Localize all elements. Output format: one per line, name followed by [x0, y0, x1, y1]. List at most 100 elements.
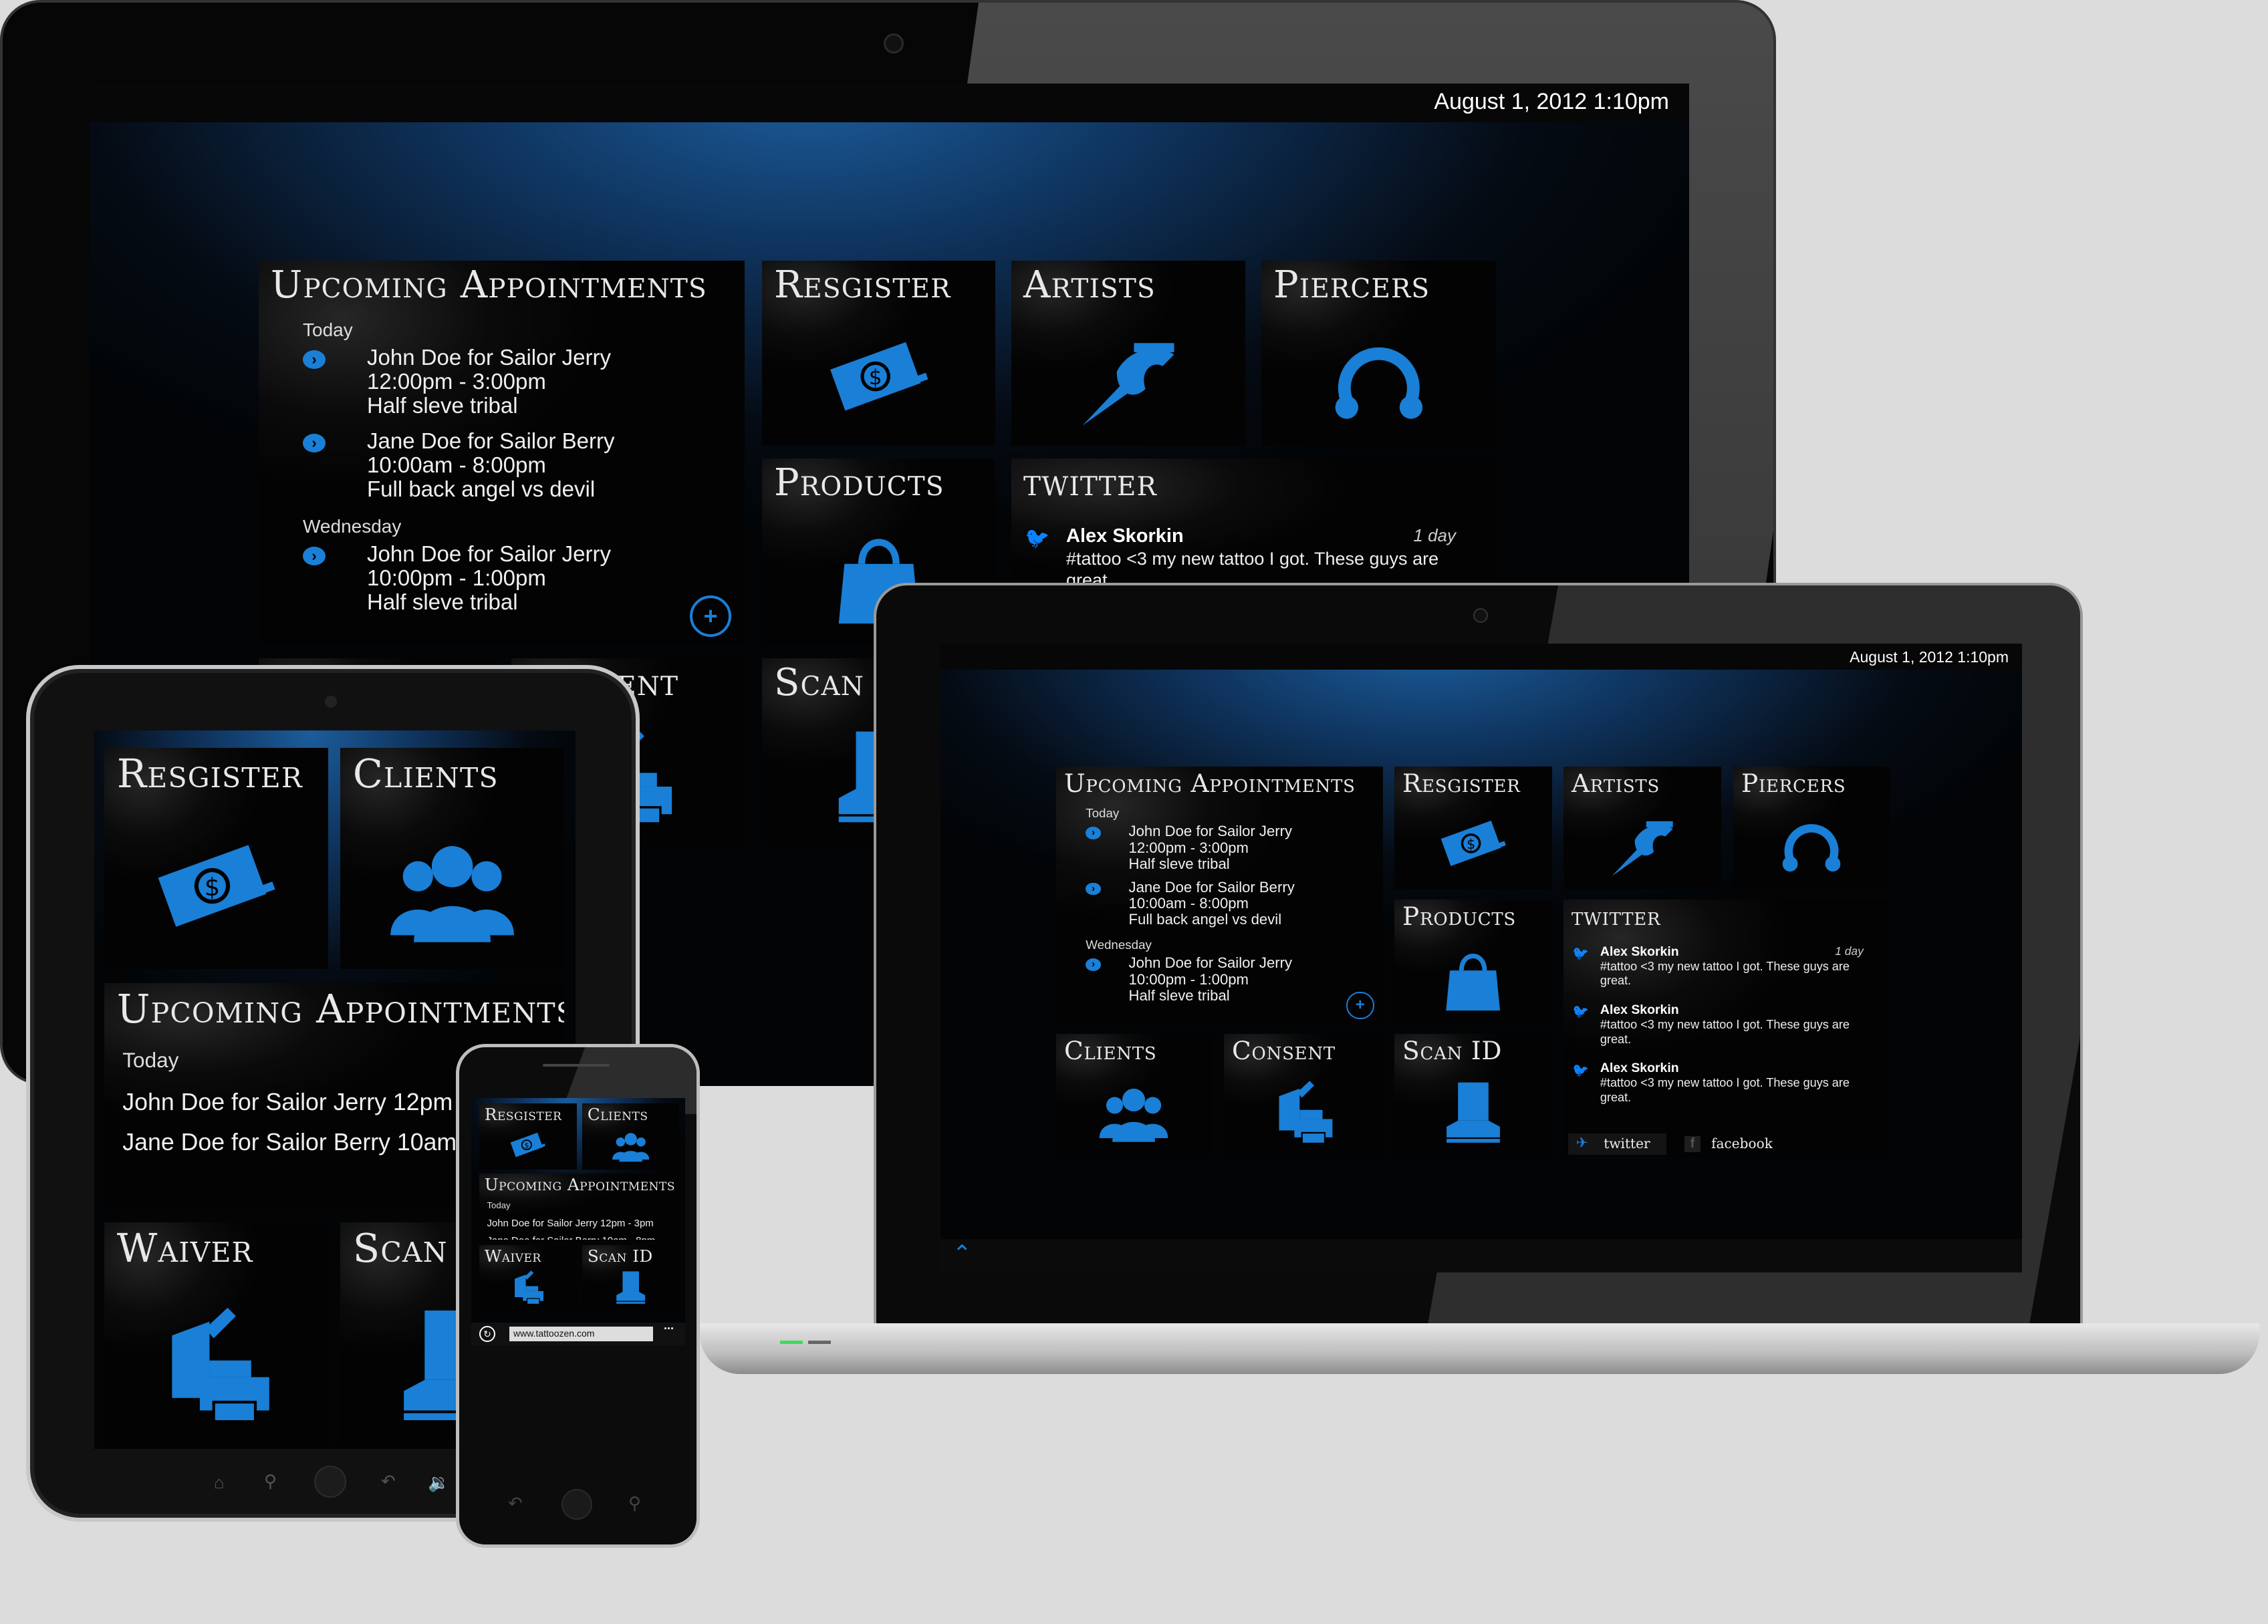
tile-artists[interactable]: Artists	[1563, 767, 1721, 890]
tile-scan[interactable]: Scan ID	[582, 1245, 679, 1311]
tile-upcoming-appointments[interactable]: Upcoming Appointments Today › John Doe for …	[259, 261, 745, 644]
tile-title: Scan ID	[1402, 1035, 1503, 1065]
tile-clients[interactable]: Clients	[340, 748, 564, 969]
tweet-age: 1 day	[1413, 525, 1456, 545]
tile-title: Piercers	[1741, 768, 1846, 798]
appointment-desc: Full back angel vs devil	[1128, 911, 1282, 928]
tile-scan[interactable]: Scan ID	[1394, 1034, 1552, 1157]
tile-title: twitter	[1571, 901, 1661, 931]
appointment-name: John Doe for Sailor Jerry	[367, 541, 611, 566]
tile-title: Upcoming Appointments	[116, 986, 564, 1033]
home-button[interactable]	[314, 1466, 346, 1498]
tile-register[interactable]: Resgister $	[479, 1103, 577, 1170]
add-appointment-button[interactable]: +	[1346, 991, 1374, 1020]
tile-title: Upcoming Appointments	[1064, 768, 1356, 798]
svg-text:$: $	[1467, 836, 1475, 852]
camera-icon	[1473, 608, 1488, 623]
money-icon: $	[507, 1125, 548, 1166]
tile-products[interactable]: Products	[1394, 900, 1552, 1024]
twitter-footer-button[interactable]: twitter ✈	[1567, 1133, 1667, 1156]
tweet[interactable]: 🐦 Alex Skorkin#tattoo <3 my new tattoo I …	[1572, 1061, 1863, 1114]
tile-twitter[interactable]: twitter 🐦 Alex Skorkin 1 day #tattoo <3 my n…	[1563, 900, 1890, 1157]
url-field[interactable]: www.tattoozen.com	[509, 1327, 653, 1341]
tweet[interactable]: 🐦 Alex Skorkin 1 day #tattoo <3 my new tatt…	[1572, 944, 1863, 998]
appointment-item[interactable]: Jane Doe for Sailor Berry 10am - 8pm	[487, 1235, 655, 1240]
appointment-time: 10:00am - 8:00pm	[1128, 895, 1249, 912]
refresh-icon[interactable]: ↻	[479, 1326, 495, 1342]
svg-text:$: $	[205, 873, 221, 902]
tile-title: Piercers	[1273, 263, 1430, 307]
tattoo-machine-icon	[1604, 806, 1680, 882]
tweet[interactable]: 🐦 Alex Skorkin#tattoo <3 my new tattoo I …	[1572, 1002, 1863, 1056]
tile-clients[interactable]: Clients	[1056, 1034, 1212, 1157]
search-icon[interactable]: ⚲	[628, 1493, 641, 1514]
tweet-age: 1 day	[1835, 944, 1864, 958]
tile-title: Clients	[1064, 1035, 1157, 1065]
tile-title: Resgister	[1402, 768, 1521, 798]
volume-icon[interactable]: 🔉	[428, 1472, 449, 1493]
phone-screen: ↻ www.tattoozen.com ... Resgister $ Client…	[471, 1098, 685, 1345]
chevron-up-icon[interactable]: ⌃	[953, 1240, 972, 1267]
appointment-time: 12:00pm - 3:00pm	[367, 369, 546, 394]
chevron-right-icon[interactable]: ›	[303, 434, 326, 452]
day-label: Today	[1086, 805, 1120, 820]
tile-register[interactable]: Resgister $	[104, 748, 328, 969]
home-icon[interactable]: ⌂	[214, 1472, 225, 1493]
power-led	[780, 1341, 803, 1344]
appointment-name: John Doe for Sailor Jerry	[1128, 954, 1293, 972]
facebook-footer-button[interactable]: f facebook	[1680, 1133, 1783, 1155]
tattoo-machine-icon	[1071, 320, 1186, 435]
add-appointment-button[interactable]: +	[690, 595, 731, 637]
back-icon[interactable]: ↶	[508, 1493, 523, 1514]
more-button[interactable]: ...	[664, 1319, 674, 1333]
chevron-right-icon[interactable]: ›	[303, 350, 326, 369]
tweet-author: Alex Skorkin	[1066, 525, 1184, 547]
consent-printer-icon	[1265, 1073, 1342, 1149]
chevron-right-icon[interactable]: ›	[303, 547, 326, 565]
appointment-desc: Half sleve tribal	[367, 589, 518, 614]
tile-title: Clients	[352, 751, 499, 797]
day-label: Today	[487, 1200, 511, 1211]
tile-register[interactable]: Resgister $	[762, 261, 995, 446]
tile-title: Resgister	[774, 263, 951, 307]
chevron-right-icon[interactable]: ›	[1086, 826, 1101, 839]
consent-printer-icon	[507, 1266, 548, 1307]
tile-consent[interactable]: Consent	[1224, 1034, 1383, 1157]
tablet-camera-icon	[325, 696, 337, 708]
tile-title: Products	[774, 461, 944, 505]
appointment-time: 10:00am - 8:00pm	[367, 452, 546, 477]
search-icon[interactable]: ⚲	[264, 1471, 277, 1492]
tile-artists[interactable]: Artists	[1011, 261, 1245, 446]
chevron-right-icon[interactable]: ›	[1086, 958, 1101, 971]
day-label: Wednesday	[303, 516, 402, 537]
tablet-nav-bar: ⌂ ⚲ ↶ 🔉	[201, 1466, 468, 1500]
tile-title: Upcoming Appointments	[271, 263, 707, 307]
chevron-right-icon[interactable]: ›	[1086, 882, 1101, 896]
twitter-bird-icon: ✈	[1576, 1134, 1588, 1151]
tile-upcoming-appointments[interactable]: Upcoming Appointments Today › John Doe for …	[1056, 767, 1383, 1024]
tile-register[interactable]: Resgister $	[1394, 767, 1552, 890]
twitter-bird-icon: 🐦	[1025, 527, 1050, 549]
tile-title: Products	[1402, 901, 1516, 931]
tweet-text: #tattoo <3 my new tattoo I got. These gu…	[1600, 959, 1850, 988]
tile-piercers[interactable]: Piercers	[1261, 261, 1496, 446]
tile-waiver[interactable]: Waiver	[479, 1245, 577, 1311]
appointment-item[interactable]: John Doe for Sailor Jerry 12pm - 3pm	[487, 1218, 653, 1229]
piercing-ring-icon	[1773, 806, 1850, 882]
appointment-name: John Doe for Sailor Jerry	[1128, 823, 1293, 840]
day-label: Today	[122, 1047, 179, 1072]
appointment-desc: Full back angel vs devil	[367, 477, 596, 501]
tile-title: Upcoming Appointments	[484, 1174, 675, 1194]
tile-waiver[interactable]: Waiver	[104, 1222, 328, 1446]
tile-clients[interactable]: Clients	[582, 1103, 679, 1170]
tweet-author: Alex Skorkin	[1600, 1061, 1679, 1076]
home-button[interactable]	[561, 1489, 592, 1520]
tweet-author: Alex Skorkin	[1600, 944, 1679, 959]
back-icon[interactable]: ↶	[381, 1471, 396, 1492]
day-label: Today	[303, 319, 353, 340]
browser-address-bar: ↻ www.tattoozen.com ...	[471, 1319, 685, 1345]
tile-upcoming-appointments[interactable]: Upcoming Appointments Today John Doe for S…	[479, 1174, 679, 1240]
money-icon: $	[1435, 806, 1511, 882]
tile-piercers[interactable]: Piercers	[1733, 767, 1890, 890]
appointment-time: 10:00pm - 1:00pm	[367, 565, 546, 590]
